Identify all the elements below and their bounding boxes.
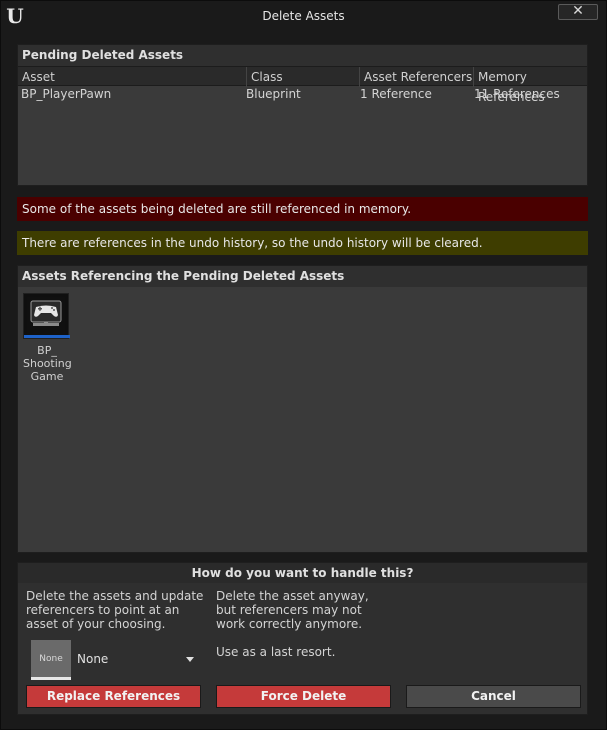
- options-header: How do you want to handle this?: [18, 563, 587, 583]
- asset-tile-label-line: Shooting: [23, 357, 72, 370]
- error-message: Some of the assets being deleted are sti…: [17, 197, 588, 221]
- column-header-asset[interactable]: Asset: [18, 67, 55, 87]
- column-header-class[interactable]: Class: [247, 67, 283, 87]
- cell-memory-references: 11 References: [474, 87, 560, 101]
- pending-table-header: Asset Class Asset Referencers Memory Ref…: [18, 66, 587, 104]
- title-bar[interactable]: U Delete Assets ✕: [1, 1, 606, 31]
- asset-thumbnail: [23, 293, 70, 339]
- replacement-asset-thumbnail[interactable]: None: [31, 640, 71, 680]
- pending-header: Pending Deleted Assets: [18, 45, 587, 66]
- warning-message: There are references in the undo history…: [17, 231, 588, 255]
- gamepad-icon: [27, 297, 65, 335]
- handling-options-panel: How do you want to handle this? Delete t…: [17, 562, 588, 715]
- cell-class: Blueprint: [246, 87, 301, 101]
- replacement-asset-picker[interactable]: None: [75, 650, 198, 668]
- table-row[interactable]: BP_PlayerPawn Blueprint 1 Reference 11 R…: [18, 86, 587, 102]
- cell-asset: BP_PlayerPawn: [21, 87, 112, 101]
- column-header-memory-references[interactable]: Memory References: [474, 67, 587, 104]
- delete-assets-window: U Delete Assets ✕ Pending Deleted Assets…: [0, 0, 607, 730]
- referencing-header: Assets Referencing the Pending Deleted A…: [18, 266, 587, 287]
- asset-tile-label-line: Game: [30, 370, 64, 383]
- column-header-asset-referencers[interactable]: Asset Referencers: [360, 67, 472, 87]
- asset-tile-label: BP_ Shooting Game: [23, 344, 72, 383]
- pending-deleted-assets-panel: Pending Deleted Assets Asset Class Asset…: [17, 44, 588, 186]
- replace-references-button[interactable]: Replace References: [26, 685, 201, 708]
- window-title: Delete Assets: [262, 9, 345, 23]
- asset-tile[interactable]: BP_ Shooting Game: [23, 293, 72, 383]
- force-delete-note: Use as a last resort.: [216, 645, 336, 659]
- asset-type-color-bar: [24, 335, 70, 338]
- chevron-down-icon: [186, 657, 194, 662]
- cancel-button[interactable]: Cancel: [406, 685, 581, 708]
- cell-asset-referencers: 1 Reference: [360, 87, 432, 101]
- replacement-asset-value: None: [77, 652, 109, 666]
- force-delete-button[interactable]: Force Delete: [216, 685, 391, 708]
- asset-tile-label-line: BP_: [37, 344, 57, 357]
- replace-description: Delete the assets and update referencers…: [26, 589, 204, 631]
- close-button[interactable]: ✕: [558, 4, 598, 20]
- force-delete-description: Delete the asset anyway, but referencers…: [216, 589, 369, 631]
- referencing-assets-panel: Assets Referencing the Pending Deleted A…: [17, 265, 588, 553]
